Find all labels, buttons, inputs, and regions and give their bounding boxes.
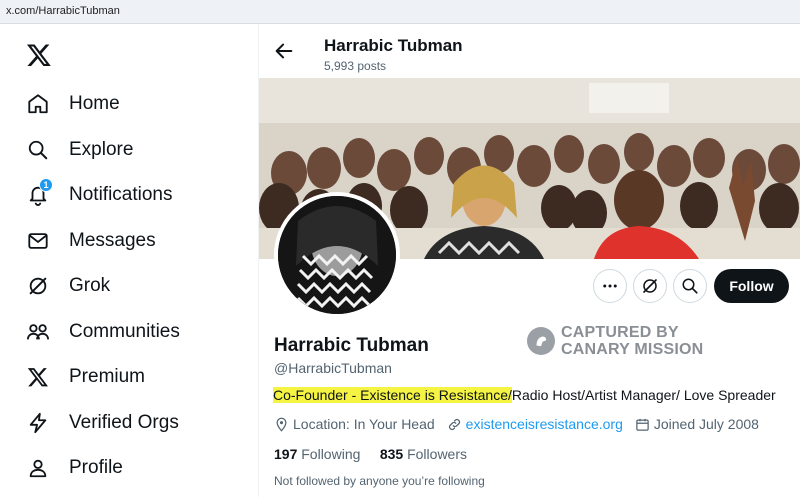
nav-notifications-label: Notifications: [69, 184, 173, 205]
person-icon: [26, 456, 50, 480]
watermark: CAPTURED BY CANARY MISSION: [527, 324, 703, 358]
nav-profile-label: Profile: [69, 457, 123, 478]
more-options-button[interactable]: [593, 269, 627, 303]
sidebar: Home Explore 1 Notifications Messages Gr…: [0, 24, 258, 497]
nav-premium-label: Premium: [69, 366, 146, 387]
location-text: Location: In Your Head: [293, 416, 435, 432]
nav-explore[interactable]: Explore: [26, 132, 133, 168]
profile-avatar[interactable]: [274, 192, 400, 318]
watermark-line-2: CANARY MISSION: [561, 341, 704, 358]
location-item: Location: In Your Head: [274, 416, 435, 432]
nav-grok[interactable]: Grok: [26, 268, 110, 304]
nav-verified-orgs[interactable]: Verified Orgs: [26, 405, 179, 441]
search-profile-button[interactable]: [673, 269, 707, 303]
watermark-text: CAPTURED BY CANARY MISSION: [561, 324, 703, 358]
header-post-count: 5,993 posts: [324, 59, 387, 73]
bio-highlighted-text: Co-Founder - Existence is Resistance/: [273, 387, 512, 403]
nav-messages-label: Messages: [69, 230, 156, 251]
browser-address-bar[interactable]: x.com/HarrabicTubman: [0, 0, 800, 24]
people-icon: [26, 320, 50, 344]
watermark-line-1: CAPTURED BY: [561, 324, 679, 341]
followers-label: Followers: [407, 446, 467, 462]
nav-home[interactable]: Home: [26, 86, 120, 122]
following-label: Following: [301, 446, 361, 462]
nav-explore-label: Explore: [69, 139, 134, 160]
profile-main: Harrabic Tubman 5,993 posts Follow CAPTU…: [259, 24, 800, 497]
grok-icon: [643, 279, 657, 293]
profile-name: Harrabic Tubman: [274, 335, 429, 356]
back-arrow-icon[interactable]: [273, 40, 295, 62]
calendar-icon: [635, 417, 650, 432]
joined-text: Joined July 2008: [653, 416, 759, 432]
canary-logo-icon: [527, 327, 555, 355]
notification-badge: 1: [39, 178, 53, 192]
followers-stat[interactable]: 835 Followers: [380, 446, 467, 462]
x-logo-icon[interactable]: [26, 42, 52, 68]
envelope-icon: [26, 229, 50, 253]
nav-verified-orgs-label: Verified Orgs: [69, 412, 179, 433]
profile-meta: Location: In Your Head existenceisresist…: [274, 416, 771, 432]
profile-stats: 197 Following 835 Followers: [274, 446, 467, 462]
bio-text: Radio Host/Artist Manager/ Love Spreader: [511, 387, 776, 403]
search-icon: [26, 138, 50, 162]
location-pin-icon: [274, 417, 289, 432]
ellipsis-icon: [603, 284, 617, 288]
x-logo-icon: [26, 365, 50, 389]
nav-messages[interactable]: Messages: [26, 223, 156, 259]
nav-notifications[interactable]: 1 Notifications: [26, 177, 173, 213]
bell-icon: 1: [26, 178, 53, 207]
profile-header-bar: Harrabic Tubman 5,993 posts: [259, 24, 800, 78]
follow-button[interactable]: Follow: [714, 269, 789, 303]
nav-communities[interactable]: Communities: [26, 314, 180, 350]
following-count: 197: [274, 446, 298, 462]
following-stat[interactable]: 197 Following: [274, 446, 360, 462]
nav-communities-label: Communities: [69, 321, 180, 342]
joined-item: Joined July 2008: [635, 416, 759, 432]
grok-icon: [26, 274, 50, 298]
profile-bio: Co-Founder - Existence is Resistance/Rad…: [273, 387, 776, 403]
nav-profile[interactable]: Profile: [26, 450, 123, 486]
nav-grok-label: Grok: [69, 275, 111, 296]
home-icon: [26, 92, 50, 116]
link-icon: [447, 417, 462, 432]
nav-home-label: Home: [69, 93, 120, 114]
profile-handle: @HarrabicTubman: [274, 360, 392, 376]
not-followed-notice: Not followed by anyone you’re following: [274, 474, 485, 488]
search-icon: [682, 278, 698, 294]
followers-count: 835: [379, 446, 404, 462]
url-text[interactable]: x.com/HarrabicTubman: [6, 5, 120, 17]
lightning-icon: [26, 411, 50, 435]
nav-premium[interactable]: Premium: [26, 359, 145, 395]
grok-button[interactable]: [633, 269, 667, 303]
website-link[interactable]: existenceisresistance.org: [466, 416, 623, 432]
header-name: Harrabic Tubman: [324, 36, 463, 55]
website-item[interactable]: existenceisresistance.org: [447, 416, 623, 432]
